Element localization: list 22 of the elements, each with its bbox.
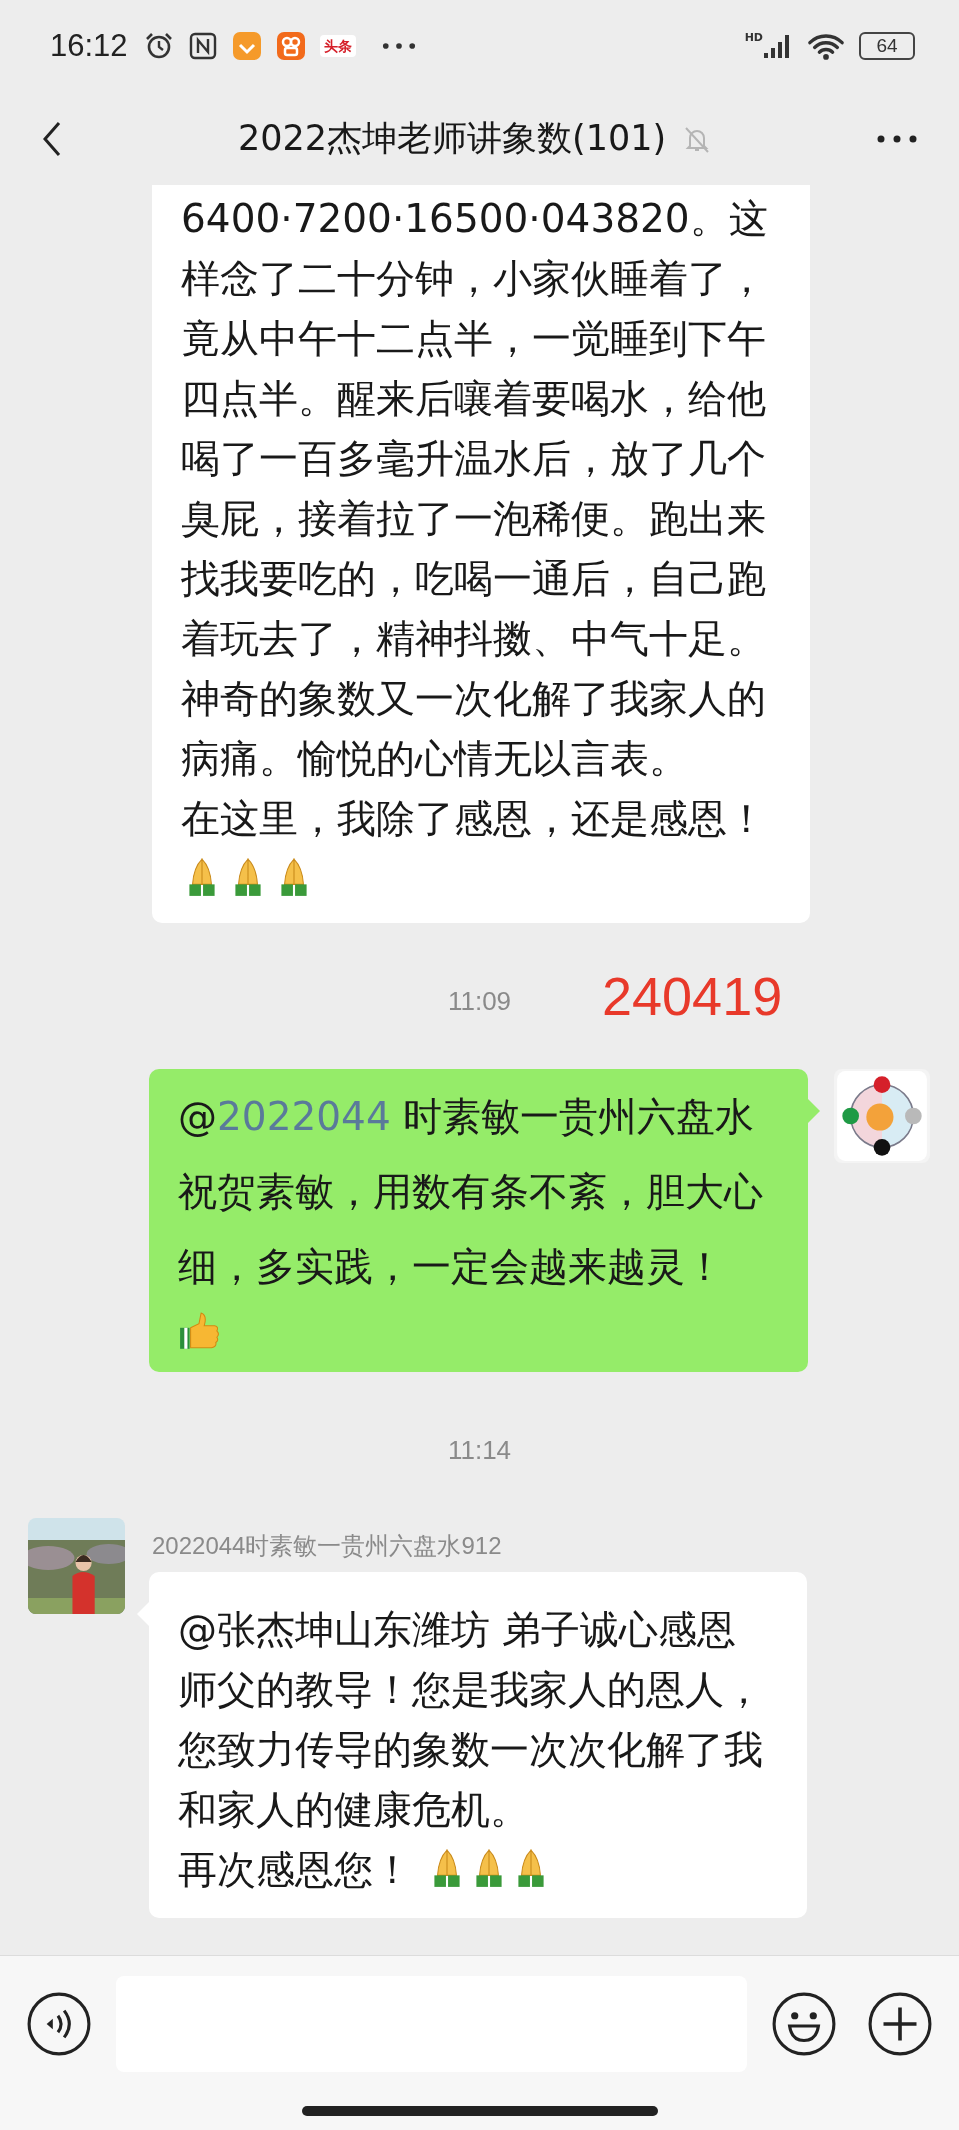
voice-icon[interactable] (26, 1991, 92, 2057)
message-text: @张杰坤山东潍坊 弟子诚心感恩 师父的教导！您是我家人的恩人， 您致力传导的象数一次次化解了我 和家人的健康危机。 再次感恩您！ (178, 1606, 764, 1894)
chat-title: 2022杰坤老师讲象数(101) (238, 117, 667, 160)
more-icon[interactable] (877, 134, 917, 143)
wifi-icon (807, 31, 845, 61)
network-label: HD (744, 30, 763, 44)
annotation-number: 240419 (602, 965, 783, 1027)
status-time: 16:12 (50, 28, 128, 64)
battery-icon: 64 (859, 32, 915, 60)
avatar-icon (834, 1069, 930, 1163)
more-icon (381, 42, 416, 50)
message-text: 6400·7200·16500·043820。这 样念了二十分钟，小家伙睡着了， 竟从中午十二点半，一觉睡到下午 四点半。醒来后嚷着要喝水，给他 喝了一百多毫升温水后，放了几个 臭屁，接着拉了一泡稀便。跑出来 找我要吃的，吃喝一通后，自己跑 着玩去了，精神抖擞、中气十足。 神奇的象数又一次化解了我家人的 病痛。愉悦的心情无以言表。 在这里，我除了感恩，还是感恩！ (181, 195, 769, 843)
message-time: 11:14 (447, 1434, 512, 1466)
message-time: 11:09 (447, 985, 512, 1017)
app-badge: 头条 (319, 35, 356, 57)
sender-name: 2022044时素敏一贵州六盘水912 (152, 1531, 503, 1561)
mention-link[interactable]: 2022044 (217, 1094, 391, 1139)
message-text: @2022044 时素敏一贵州六盘水 祝贺素敏，用数有条不紊，胆大心 细，多实践，一定会越来越灵！ (178, 1093, 764, 1291)
back-icon[interactable] (42, 120, 62, 157)
emoji-icon[interactable] (771, 1991, 837, 2057)
add-icon[interactable] (867, 1991, 933, 2057)
nfc-icon (187, 31, 218, 61)
